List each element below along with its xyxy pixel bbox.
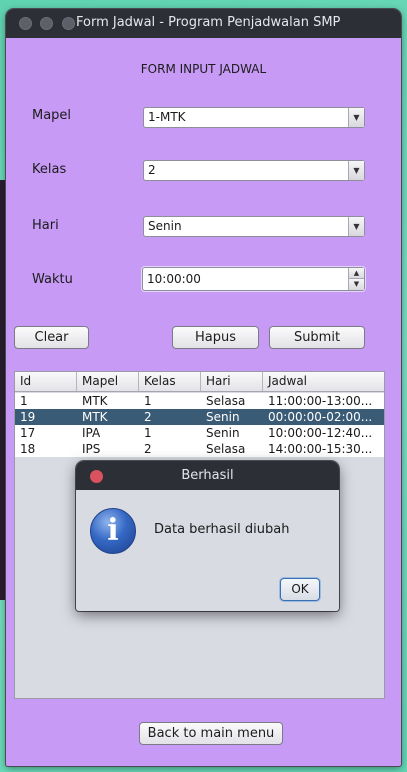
hapus-button[interactable]: Hapus: [172, 326, 259, 349]
cell-hari: Senin: [206, 410, 240, 424]
waktu-value[interactable]: 10:00:00: [147, 272, 201, 286]
kelas-label: Kelas: [32, 162, 67, 177]
cell-mapel: MTK: [82, 394, 108, 408]
cell-kelas: 1: [144, 426, 152, 440]
cell-hari: Selasa: [206, 442, 246, 456]
column-header-id[interactable]: Id: [15, 372, 77, 391]
spinner-buttons: ▲ ▼: [348, 268, 364, 290]
form-header: FORM INPUT JADWAL: [140, 62, 267, 76]
cell-hari: Selasa: [206, 394, 246, 408]
window-titlebar[interactable]: Form Jadwal - Program Penjadwalan SMP: [6, 9, 401, 38]
cell-kelas: 1: [144, 394, 152, 408]
cell-kelas: 2: [144, 410, 152, 424]
back-to-main-menu-button[interactable]: Back to main menu: [139, 722, 283, 745]
cell-mapel: IPA: [82, 426, 101, 440]
spinner-up-icon[interactable]: ▲: [349, 268, 364, 279]
chevron-down-icon[interactable]: ▼: [348, 108, 364, 127]
chevron-down-icon[interactable]: ▼: [348, 217, 364, 236]
cell-kelas: 2: [144, 442, 152, 456]
table-row-selected[interactable]: 19 MTK 2 Senin 00:00:00-02:00...: [15, 409, 384, 425]
spinner-down-icon[interactable]: ▼: [349, 279, 364, 290]
submit-button[interactable]: Submit: [269, 326, 365, 349]
column-header-mapel[interactable]: Mapel: [77, 372, 139, 391]
mapel-combobox[interactable]: 1-MTK ▼: [143, 107, 365, 128]
cell-jadwal: 14:00:00-15:30...: [268, 442, 373, 456]
hari-selected-value: Senin: [148, 219, 182, 233]
table-row[interactable]: 17 IPA 1 Senin 10:00:00-12:40...: [15, 425, 384, 441]
maximize-window-button[interactable]: [62, 17, 75, 30]
column-header-kelas[interactable]: Kelas: [139, 372, 201, 391]
ok-button[interactable]: OK: [280, 578, 320, 601]
waktu-label: Waktu: [32, 272, 73, 287]
cell-mapel: IPS: [82, 442, 101, 456]
form-jadwal-window: Form Jadwal - Program Penjadwalan SMP FO…: [6, 9, 401, 766]
cell-id: 18: [20, 442, 36, 456]
table-header: Id Mapel Kelas Hari Jadwal: [15, 372, 384, 392]
column-header-hari[interactable]: Hari: [201, 372, 263, 391]
cell-hari: Senin: [206, 426, 240, 440]
chevron-down-icon[interactable]: ▼: [348, 161, 364, 180]
dialog-message: Data berhasil diubah: [154, 522, 290, 537]
cell-id: 17: [20, 426, 36, 440]
hari-label: Hari: [32, 218, 59, 233]
cell-id: 1: [20, 394, 28, 408]
cell-mapel: MTK: [82, 410, 108, 424]
table-row[interactable]: 1 MTK 1 Selasa 11:00:00-13:00...: [15, 393, 384, 409]
minimize-window-button[interactable]: [40, 17, 53, 30]
info-icon: i: [90, 508, 136, 554]
mapel-selected-value: 1-MTK: [148, 110, 186, 124]
waktu-time-spinner[interactable]: 10:00:00 ▲ ▼: [142, 267, 365, 291]
dialog-title: Berhasil: [181, 468, 234, 483]
success-dialog: Berhasil i Data berhasil diubah OK: [76, 461, 339, 611]
cell-jadwal: 10:00:00-12:40...: [268, 426, 373, 440]
cell-id: 19: [20, 410, 36, 424]
mapel-label: Mapel: [32, 108, 72, 123]
clear-button[interactable]: Clear: [14, 326, 89, 349]
hari-combobox[interactable]: Senin ▼: [143, 216, 365, 237]
cell-jadwal: 00:00:00-02:00...: [268, 410, 373, 424]
close-window-button[interactable]: [19, 17, 32, 30]
table-row[interactable]: 18 IPS 2 Selasa 14:00:00-15:30...: [15, 441, 384, 457]
kelas-combobox[interactable]: 2 ▼: [143, 160, 365, 181]
window-title: Form Jadwal - Program Penjadwalan SMP: [76, 15, 341, 30]
cell-jadwal: 11:00:00-13:00...: [268, 394, 373, 408]
column-header-jadwal[interactable]: Jadwal: [263, 372, 384, 391]
dialog-titlebar[interactable]: Berhasil: [76, 461, 339, 490]
kelas-selected-value: 2: [148, 163, 156, 177]
